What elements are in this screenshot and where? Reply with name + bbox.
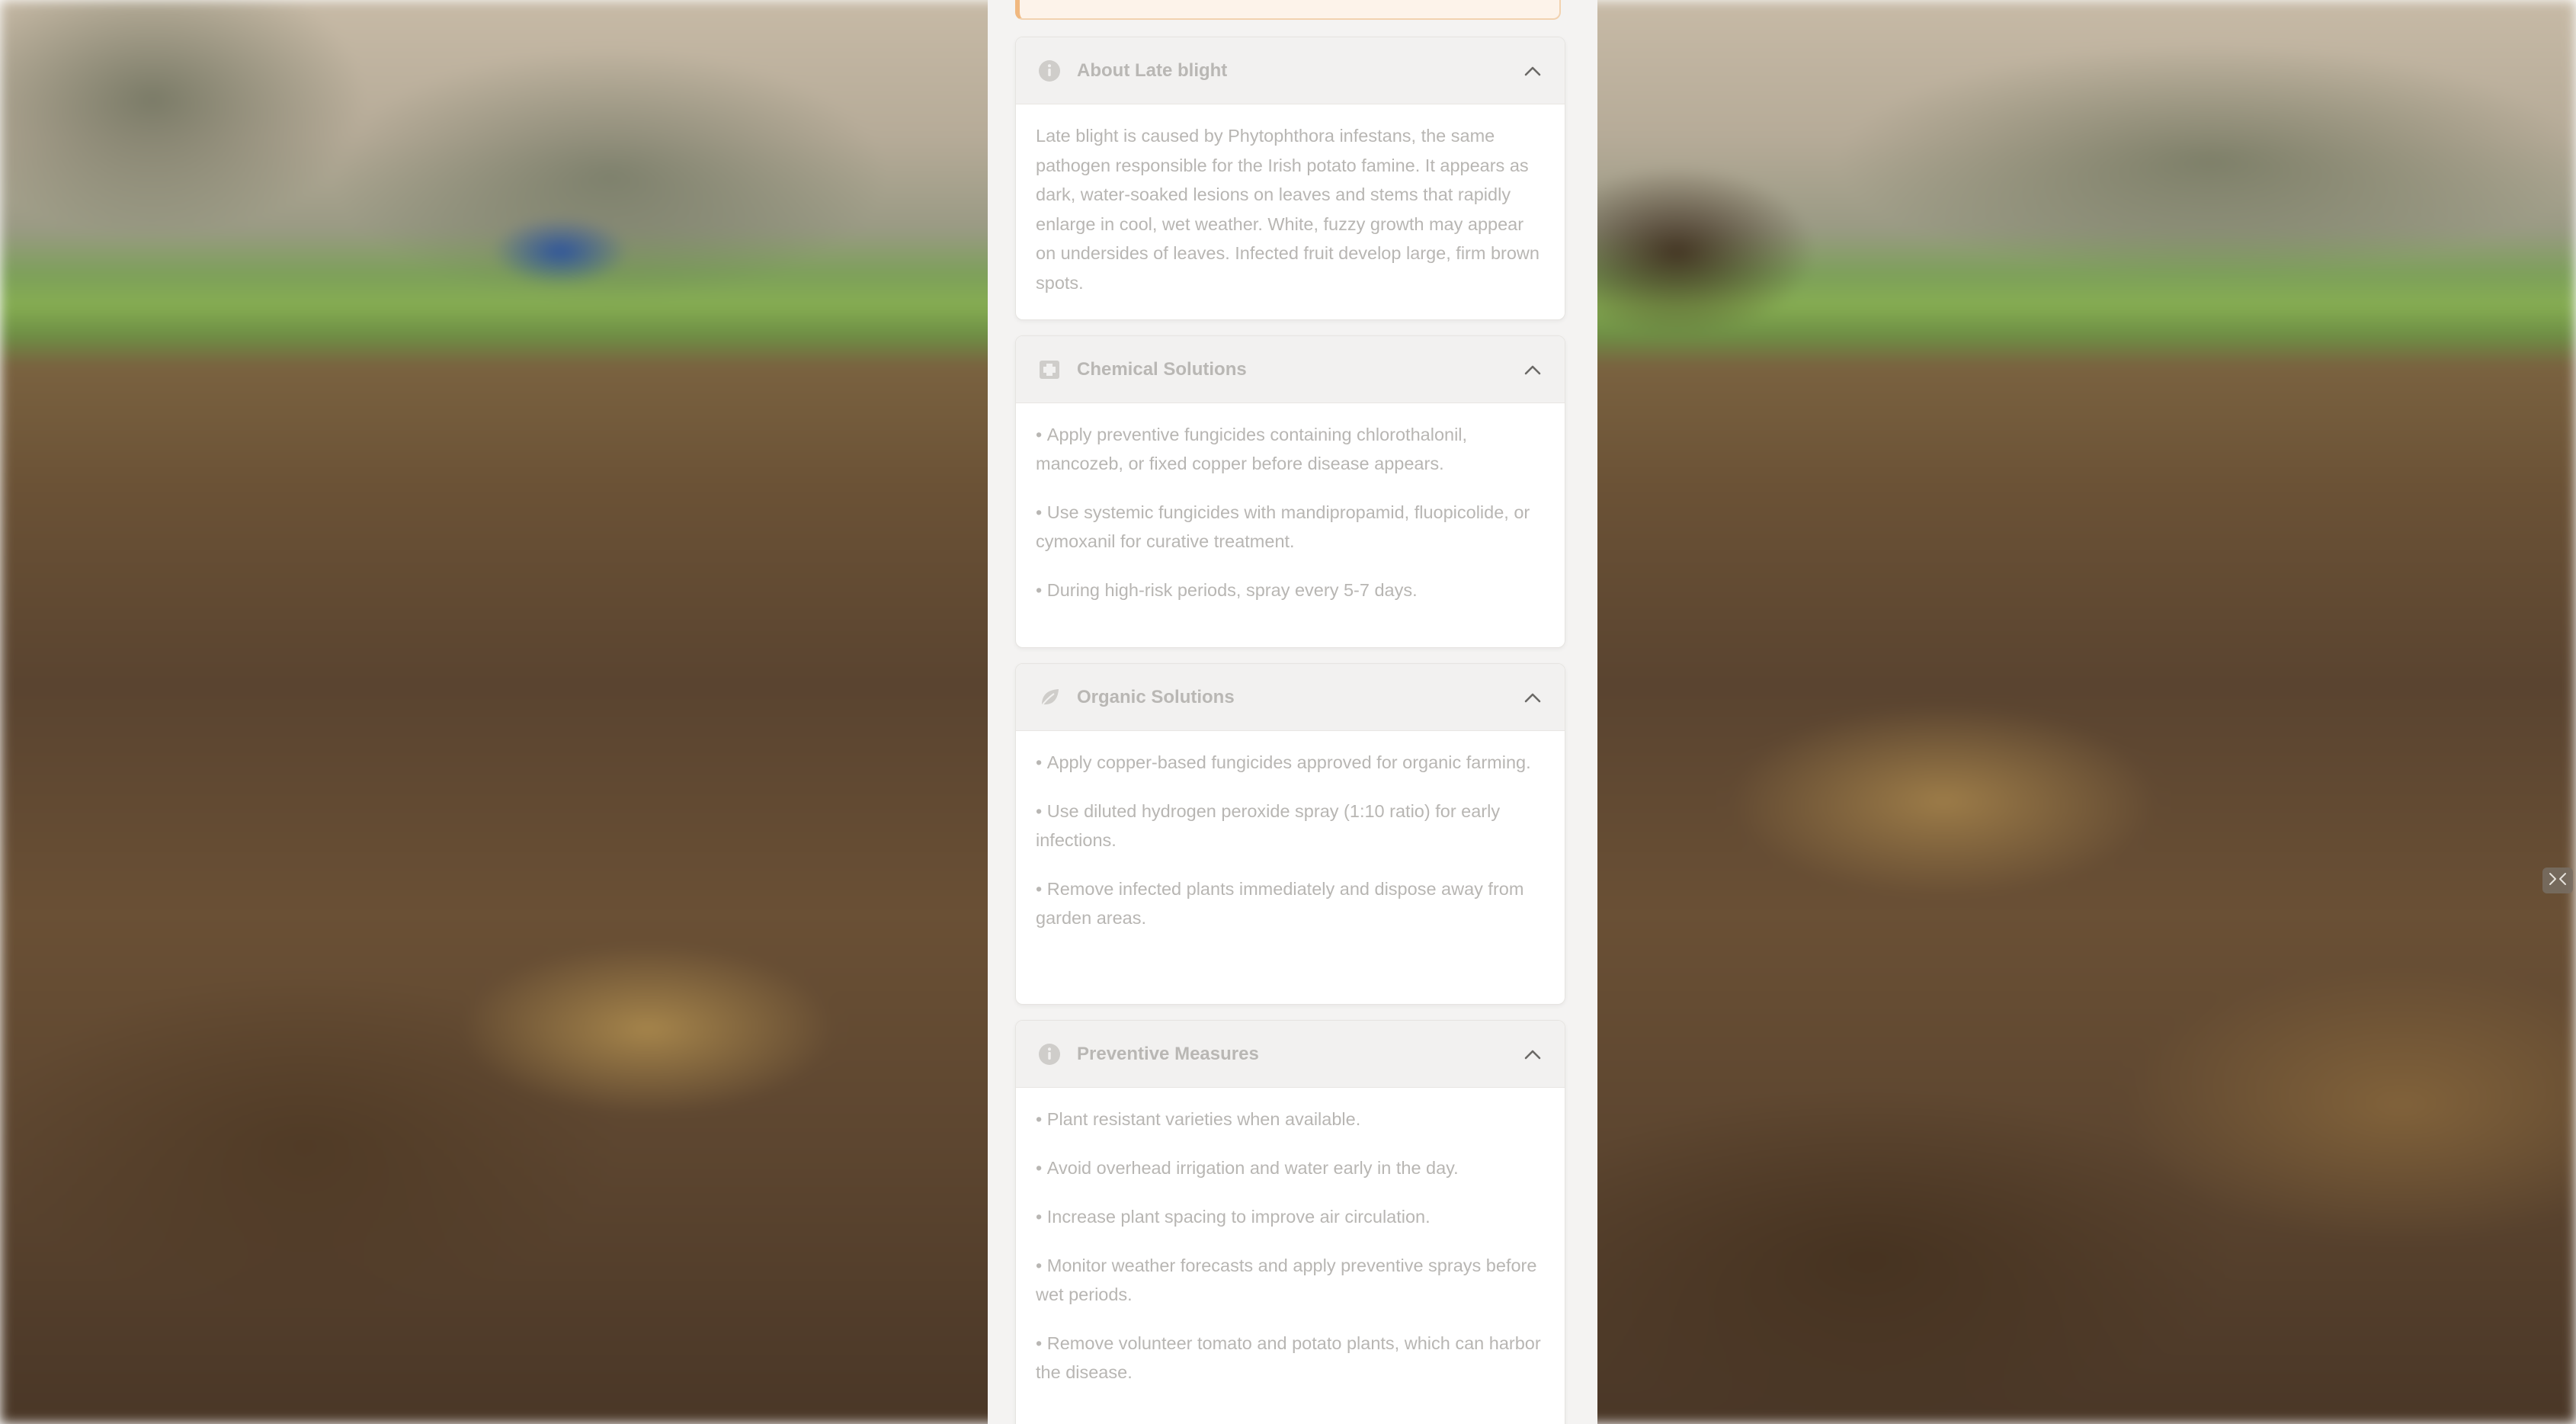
collapse-side-button[interactable] <box>2542 868 2573 893</box>
list-item: Remove volunteer tomato and potato plant… <box>1036 1329 1545 1387</box>
preventive-header[interactable]: Preventive Measures <box>1016 1021 1565 1088</box>
organic-card: Organic Solutions Apply copper-based fun… <box>1015 663 1565 1005</box>
list-item: Use systemic fungicides with mandipropam… <box>1036 498 1545 556</box>
list-item: Plant resistant varieties when available… <box>1036 1105 1545 1134</box>
chevron-up-icon[interactable] <box>1522 60 1543 82</box>
alert-banner <box>1015 0 1561 20</box>
chemical-title: Chemical Solutions <box>1077 358 1247 380</box>
leaf-icon <box>1037 685 1062 710</box>
organic-body: Apply copper-based fungicides approved f… <box>1016 731 1565 967</box>
about-header[interactable]: About Late blight <box>1016 37 1565 104</box>
chevron-up-icon[interactable] <box>1522 1044 1543 1065</box>
chemical-card: Chemical Solutions Apply preventive fung… <box>1015 335 1565 648</box>
list-item: Avoid overhead irrigation and water earl… <box>1036 1153 1545 1182</box>
preventive-card: Preventive Measures Plant resistant vari… <box>1015 1020 1565 1424</box>
chevron-up-icon[interactable] <box>1522 359 1543 380</box>
info-icon <box>1037 59 1062 83</box>
about-card: About Late blight Late blight is caused … <box>1015 37 1565 320</box>
organic-header[interactable]: Organic Solutions <box>1016 664 1565 731</box>
list-item: Increase plant spacing to improve air ci… <box>1036 1202 1545 1231</box>
about-body: Late blight is caused by Phytophthora in… <box>1016 104 1565 313</box>
list-item: Apply preventive fungicides containing c… <box>1036 420 1545 478</box>
list-item: Remove infected plants immediately and d… <box>1036 874 1545 932</box>
list-item: Monitor weather forecasts and apply prev… <box>1036 1251 1545 1309</box>
list-item: Use diluted hydrogen peroxide spray (1:1… <box>1036 797 1545 855</box>
list-item: Apply copper-based fungicides approved f… <box>1036 748 1545 777</box>
chemical-header[interactable]: Chemical Solutions <box>1016 336 1565 403</box>
organic-title: Organic Solutions <box>1077 686 1235 707</box>
flask-icon <box>1037 358 1062 382</box>
about-description: Late blight is caused by Phytophthora in… <box>1036 126 1540 293</box>
info-icon <box>1037 1042 1062 1066</box>
list-item: During high-risk periods, spray every 5-… <box>1036 576 1545 605</box>
chevron-up-icon[interactable] <box>1522 687 1543 708</box>
about-title: About Late blight <box>1077 59 1228 81</box>
chemical-body: Apply preventive fungicides containing c… <box>1016 403 1565 640</box>
preventive-title: Preventive Measures <box>1077 1043 1259 1064</box>
preventive-body: Plant resistant varieties when available… <box>1016 1088 1565 1422</box>
main-panel: About Late blight Late blight is caused … <box>988 0 1597 1424</box>
collapse-arrows-icon <box>2548 871 2568 890</box>
